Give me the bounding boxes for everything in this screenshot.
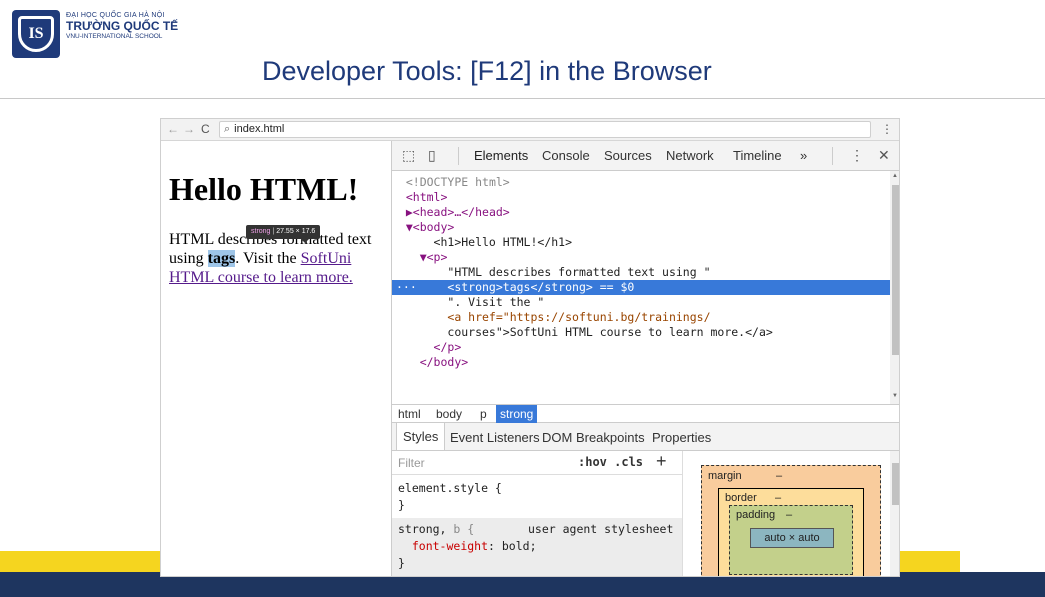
tooltip-separator: |: [272, 228, 275, 235]
dom-line[interactable]: ▼<body>: [392, 220, 890, 235]
tab-elements[interactable]: Elements: [474, 148, 528, 163]
margin-value: –: [776, 470, 783, 482]
box-model-border[interactable]: border – padding – auto × auto: [718, 488, 864, 576]
page-viewport: Hello HTML! HTML describes formatted tex…: [161, 141, 391, 576]
tooltip-arrow: [301, 239, 309, 243]
inspect-element-icon[interactable]: ⬚: [402, 147, 415, 164]
page-heading: Hello HTML!: [169, 171, 359, 207]
box-model-content[interactable]: auto × auto: [750, 528, 834, 548]
more-tabs-icon[interactable]: »: [800, 148, 807, 163]
toolbar-separator-2: [832, 147, 833, 165]
rule-close-1: }: [398, 498, 405, 512]
padding-value: –: [786, 509, 793, 521]
strong-tags[interactable]: tags: [207, 250, 236, 267]
back-icon[interactable]: ←: [167, 122, 179, 136]
subtab-styles[interactable]: Styles: [396, 423, 446, 450]
tab-console[interactable]: Console: [542, 148, 590, 163]
logo-mark: IS: [18, 16, 54, 52]
crumb-strong[interactable]: strong: [496, 405, 538, 423]
border-value: –: [775, 492, 782, 504]
devtools-panel: ⬚ ▯ Elements Console Sources Network Tim…: [391, 141, 899, 576]
dom-line[interactable]: </p>: [392, 340, 890, 355]
subtab-event-listeners[interactable]: Event Listeners: [450, 430, 540, 445]
add-rule-icon[interactable]: +: [656, 451, 667, 472]
crumb-p[interactable]: p: [480, 407, 487, 421]
box-model-pane: margin – border – padding – auto × auto: [682, 451, 892, 576]
dom-scrollbar[interactable]: ▲ ▼: [890, 171, 899, 404]
dom-line[interactable]: <!DOCTYPE html>: [392, 175, 890, 190]
dom-line-selected[interactable]: ··· <strong>tags</strong> == $0: [392, 280, 890, 295]
dom-line[interactable]: ". Visit the ": [392, 295, 890, 310]
school-name: ĐẠI HỌC QUỐC GIA HÀ NỘI TRƯỜNG QUỐC TẾ V…: [66, 12, 178, 40]
margin-label: margin: [708, 470, 742, 482]
para-text-mid: . Visit the: [235, 250, 301, 267]
dom-line[interactable]: ▼<p>: [392, 250, 890, 265]
styles-scroll-thumb[interactable]: [892, 463, 899, 505]
tab-network[interactable]: Network: [666, 148, 714, 163]
forward-icon[interactable]: →: [183, 122, 195, 136]
devtools-toolbar: ⬚ ▯ Elements Console Sources Network Tim…: [392, 141, 899, 171]
padding-label: padding: [736, 509, 776, 521]
tooltip-tag: strong: [251, 228, 271, 235]
ua-rule-property[interactable]: font-weight: bold;: [398, 539, 537, 553]
dom-line[interactable]: <html>: [392, 190, 890, 205]
ua-stylesheet-label: user agent stylesheet: [528, 522, 674, 536]
browser-window: ← → C ⌕ index.html ⋮ Hello HTML! HTML des…: [160, 118, 900, 577]
inspect-tooltip: strong | 27.55 × 17.6: [246, 225, 321, 239]
dom-scroll-thumb[interactable]: [892, 185, 899, 355]
scroll-up-icon[interactable]: ▲: [892, 173, 898, 179]
dom-tree: <!DOCTYPE html> <html> ▶<head>…</head> ▼…: [392, 171, 890, 404]
scroll-down-icon[interactable]: ▼: [892, 393, 898, 399]
border-label: border: [725, 492, 757, 504]
filter-input[interactable]: Filter: [398, 456, 425, 470]
dom-line[interactable]: ▶<head>…</head>: [392, 205, 890, 220]
selected-marker: ···: [396, 280, 417, 294]
footer-accent-left: [0, 551, 160, 572]
styles-filter[interactable]: Filter :hov .cls +: [392, 451, 682, 475]
url-text: index.html: [234, 123, 285, 135]
rule-close-2: }: [398, 556, 405, 570]
dom-line[interactable]: <a href="https://softuni.bg/trainings/: [392, 310, 890, 325]
styles-scrollbar[interactable]: [890, 451, 899, 576]
customize-icon[interactable]: ⋮: [850, 147, 864, 164]
tab-timeline[interactable]: Timeline: [733, 148, 782, 163]
breadcrumb: html body p strong: [392, 404, 899, 423]
school-line-3: VNU-INTERNATIONAL SCHOOL: [66, 33, 163, 40]
slide-title: Developer Tools: [F12] in the Browser: [262, 56, 712, 86]
device-mode-icon[interactable]: ▯: [428, 147, 436, 164]
tab-sources[interactable]: Sources: [604, 148, 652, 163]
school-line-2: TRƯỜNG QUỐC TẾ: [66, 19, 179, 33]
address-bar: ← → C ⌕ index.html ⋮: [161, 119, 899, 141]
school-line-1: ĐẠI HỌC QUỐC GIA HÀ NỘI: [66, 12, 165, 19]
box-model-margin[interactable]: margin – border – padding – auto × auto: [701, 465, 881, 576]
url-field[interactable]: ⌕ index.html: [219, 121, 871, 138]
styles-subtabs: Styles Event Listeners DOM Breakpoints P…: [392, 423, 899, 451]
subtab-properties[interactable]: Properties: [652, 430, 711, 445]
ua-rule-selector[interactable]: strong, b {: [398, 522, 474, 536]
footer-accent-right: [900, 551, 960, 572]
subtab-dom-breakpoints[interactable]: DOM Breakpoints: [542, 430, 645, 445]
dom-line[interactable]: </body>: [392, 355, 890, 370]
reload-icon[interactable]: C: [201, 122, 210, 136]
close-icon[interactable]: ✕: [878, 147, 890, 164]
toolbar-separator: [458, 147, 459, 165]
box-model-padding[interactable]: padding – auto × auto: [729, 505, 853, 575]
crumb-html[interactable]: html: [398, 407, 421, 421]
tooltip-dims: 27.55 × 17.6: [276, 228, 316, 235]
dom-line[interactable]: courses">SoftUni HTML course to learn mo…: [392, 325, 890, 340]
search-icon: ⌕: [224, 123, 231, 135]
school-logo: IS: [12, 10, 60, 58]
element-style-rule[interactable]: element.style {: [398, 481, 502, 495]
dom-line[interactable]: <h1>Hello HTML!</h1>: [392, 235, 890, 250]
styles-pane: Filter :hov .cls + element.style { } str…: [392, 451, 682, 576]
title-divider: [0, 98, 1045, 99]
dom-line[interactable]: "HTML describes formatted text using ": [392, 265, 890, 280]
hov-cls-toggle[interactable]: :hov .cls: [578, 455, 643, 469]
browser-menu-icon[interactable]: ⋮: [881, 122, 893, 136]
crumb-body[interactable]: body: [436, 407, 462, 421]
